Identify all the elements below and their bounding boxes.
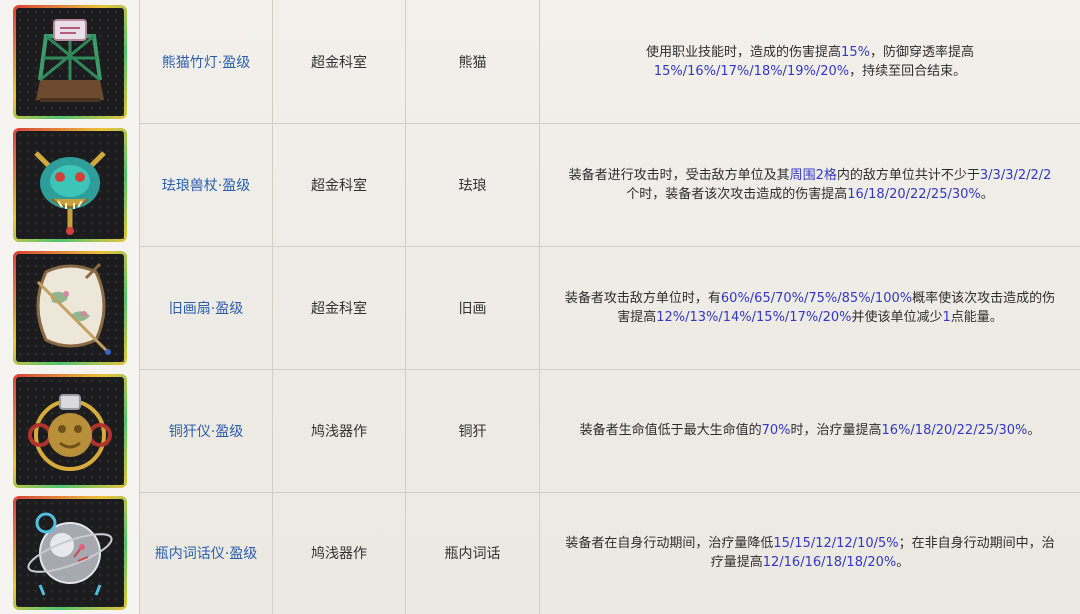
table-row: 珐琅兽杖·盈级 超金科室 珐琅 装备者进行攻击时，受击敌方单位及其周围2格内的敌… [0,123,1080,247]
highlight-value: 16%/18/20/22/25/30% [881,423,1028,438]
equipment-name-link[interactable]: 铜犴仪·盈级 [140,369,273,492]
description-text: 个时，装备者该次攻击造成的伤害提高 [626,186,848,202]
description-text: 疗量提高 [710,555,763,570]
highlight-value: 1 [942,309,951,325]
description-text: 点能量。 [950,309,1003,325]
description-text: 时，治疗量提高 [790,423,882,438]
highlight-value: 3/3/3/2/2/2 [979,167,1052,183]
highlight-value: 15/15/12/12/10/5% [773,536,899,551]
icon-cell [0,246,140,369]
equipment-name[interactable]: 熊猫竹灯·盈级 [162,52,250,72]
description-text: 。 [896,555,910,570]
icon-cell [0,123,140,246]
enamel-beast-staff-icon [13,128,127,242]
equipment-name-link[interactable]: 珐琅兽杖·盈级 [140,123,273,246]
equipment-type: 珐琅 [458,177,487,194]
table-row: 铜犴仪·盈级 鸠浅器作 铜犴 装备者生命值低于最大生命值的70%时，治疗量提高1… [0,369,1080,493]
table-row: 旧画扇·盈级 超金科室 旧画 装备者攻击敌方单位时，有60%/65/70%/75… [0,246,1080,370]
icon-cell [0,369,140,492]
highlight-value: 15% [841,44,870,60]
equipment-type: 旧画 [458,300,487,317]
equipment-source: 超金科室 [311,300,367,317]
equipment-source: 超金科室 [311,54,367,71]
equipment-name[interactable]: 旧画扇·盈级 [169,298,243,318]
equipment-type: 熊猫 [458,54,487,71]
description-text: 害提高 [617,309,657,325]
description-text: 。 [1027,423,1041,438]
equipment-description: 装备者生命值低于最大生命值的70%时，治疗量提高16%/18/20/22/25/… [580,421,1041,440]
icon-cell [0,492,140,614]
equipment-source: 鸠浅器作 [311,423,367,440]
equipment-name-link[interactable]: 瓶内词话仪·盈级 [140,492,273,614]
description-text: 内的敌方单位共计不少于 [836,167,980,183]
highlight-value: 70% [761,423,791,438]
equipment-type: 铜犴 [458,423,487,440]
equipment-name-link[interactable]: 旧画扇·盈级 [140,246,273,369]
highlight-value: 16/18/20/22/25/30% [847,186,981,202]
equipment-description: 装备者在自身行动期间，治疗量降低15/15/12/12/10/5%；在非自身行动… [565,534,1054,572]
equipment-name[interactable]: 铜犴仪·盈级 [169,421,243,441]
description-text: 装备者生命值低于最大生命值的 [579,423,762,438]
equipment-table: 熊猫竹灯·盈级 超金科室 熊猫 使用职业技能时，造成的伤害提高15%，防御穿透率… [0,0,1080,614]
old-painted-fan-icon [13,251,127,365]
equipment-description: 使用职业技能时，造成的伤害提高15%，防御穿透率提高 15%/16%/17%/18… [646,43,974,81]
description-text: 使用职业技能时，造成的伤害提高 [646,44,842,60]
highlight-value: 60%/65/70%/75%/85%/100% [720,290,913,306]
description-text: 并使该单位减少 [851,309,943,325]
bottle-sphere-instrument-icon [13,496,127,610]
highlight-value: 12/16/16/18/18/20% [762,555,897,570]
description-text: 装备者在自身行动期间，治疗量降低 [565,536,774,551]
highlight-value: 15%/16%/17%/18%/19%/20% [653,63,850,79]
description-text: 装备者进行攻击时，受击敌方单位及其 [568,167,790,183]
equipment-description: 装备者攻击敌方单位时，有60%/65/70%/75%/85%/100%概率使该次… [565,289,1055,327]
equipment-name-link[interactable]: 熊猫竹灯·盈级 [140,0,273,123]
description-text: ，持续至回合结束。 [849,63,967,79]
equipment-source: 鸠浅器作 [311,546,367,562]
equipment-source: 超金科室 [311,177,367,194]
equipment-name[interactable]: 珐琅兽杖·盈级 [162,175,250,195]
bronze-beast-instrument-icon [13,374,127,488]
icon-cell [0,0,140,123]
panda-bamboo-lantern-icon [13,5,127,119]
equipment-description: 装备者进行攻击时，受击敌方单位及其周围2格内的敌方单位共计不少于3/3/3/2/… [569,166,1052,204]
equipment-type: 瓶内词话 [444,546,501,562]
description-text: ，防御穿透率提高 [869,44,974,60]
highlight-value: 12%/13%/14%/15%/17%/20% [656,309,852,325]
table-row: 熊猫竹灯·盈级 超金科室 熊猫 使用职业技能时，造成的伤害提高15%，防御穿透率… [0,0,1080,124]
table-row: 瓶内词话仪·盈级 鸠浅器作 瓶内词话 装备者在自身行动期间，治疗量降低15/15… [0,492,1080,614]
description-text: ；在非自身行动期间中，治 [898,536,1055,551]
description-text: 装备者攻击敌方单位时，有 [564,290,721,306]
equipment-name[interactable]: 瓶内词话仪·盈级 [155,543,257,563]
description-text: 。 [980,186,994,202]
highlight-value: 周围2格 [789,167,837,183]
description-text: 概率使该次攻击造成的伤 [912,290,1056,306]
